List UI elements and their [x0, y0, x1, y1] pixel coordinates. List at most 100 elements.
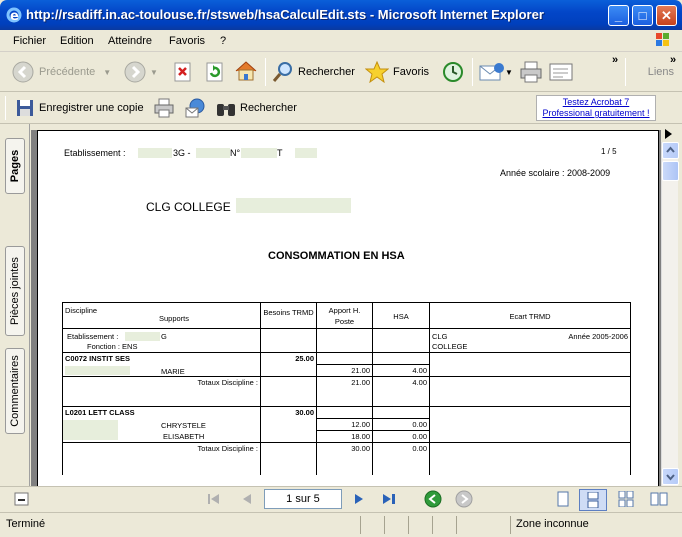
- stop-icon[interactable]: [173, 62, 193, 82]
- mail-dropdown-icon[interactable]: ▼: [505, 68, 513, 77]
- establishment-fragment-2: N°: [230, 148, 241, 158]
- first-page-icon[interactable]: [206, 491, 222, 507]
- table-row: CHRYSTELE 12.00 0.00: [62, 418, 631, 440]
- chevron-up-icon: [666, 146, 675, 153]
- page-number-field[interactable]: 1 sur 5: [264, 489, 342, 509]
- tab-pages[interactable]: Pages: [5, 138, 25, 194]
- page-navigation-bar: 1 sur 5: [0, 486, 682, 512]
- vertical-scrollbar[interactable]: [661, 142, 679, 486]
- document-viewer[interactable]: Etablissement : 3G - N° T 1 / 5 Année sc…: [31, 130, 661, 486]
- links-overflow-chevron[interactable]: »: [670, 54, 676, 66]
- last-page-icon[interactable]: [381, 491, 399, 507]
- forward-arrow-icon: [124, 61, 146, 83]
- continuous-facing-layout-icon[interactable]: [618, 491, 634, 507]
- scroll-thumb[interactable]: [662, 161, 679, 181]
- scroll-up-button[interactable]: [662, 142, 679, 159]
- edit-icon[interactable]: [549, 62, 575, 82]
- email-globe-icon[interactable]: [185, 98, 207, 118]
- acrobat-toolbar: Enregistrer une copie Rechercher Testez …: [0, 92, 682, 124]
- header-besoins: Besoins TRMD: [260, 302, 317, 329]
- navigation-pane: Pages Pièces jointes Commentaires: [0, 124, 30, 486]
- mail-icon: [479, 63, 504, 81]
- save-copy-button[interactable]: Enregistrer une copie: [16, 99, 144, 117]
- establishment-fragment-1: 3G -: [173, 148, 191, 158]
- previous-view-icon[interactable]: [424, 490, 442, 508]
- establishment-label: Etablissement :: [64, 148, 126, 158]
- table-row: Fonction : ENS COLLEGE: [62, 340, 631, 353]
- standard-toolbar: Précédente ▼ ▼ Rechercher Favoris ▼ » Li…: [0, 52, 682, 92]
- menu-help[interactable]: ?: [220, 35, 226, 47]
- acrobat-promo-link[interactable]: Testez Acrobat 7 Professional gratuiteme…: [536, 95, 656, 121]
- facing-layout-icon[interactable]: [650, 491, 668, 507]
- close-button[interactable]: ✕: [656, 5, 677, 26]
- options-menu-icon[interactable]: [14, 492, 30, 506]
- redacted-block: [63, 419, 118, 440]
- chevron-down-icon: [666, 474, 675, 481]
- window-title: http://rsadiff.in.ac-toulouse.fr/stsweb/…: [26, 7, 544, 22]
- single-page-layout-icon[interactable]: [555, 491, 571, 507]
- print-icon[interactable]: [519, 61, 543, 83]
- history-icon[interactable]: [442, 61, 464, 83]
- title-bar[interactable]: e http://rsadiff.in.ac-toulouse.fr/stswe…: [0, 0, 682, 30]
- redacted-block: [65, 365, 130, 375]
- windows-logo-icon: [656, 33, 669, 46]
- floppy-disk-icon: [17, 100, 33, 116]
- previous-page-icon[interactable]: [240, 491, 254, 507]
- star-icon: [365, 61, 389, 83]
- pdf-page: Etablissement : 3G - N° T 1 / 5 Année sc…: [37, 130, 659, 486]
- forward-dropdown-icon[interactable]: ▼: [150, 68, 158, 77]
- continuous-layout-button[interactable]: [579, 489, 607, 511]
- svg-text:e: e: [10, 9, 19, 23]
- back-button[interactable]: Précédente ▼: [12, 61, 111, 83]
- table-row: C0072 INSTIT SES 25.00: [62, 352, 631, 365]
- college-name: CLG COLLEGE: [146, 200, 231, 214]
- next-view-icon[interactable]: [455, 490, 473, 508]
- links-label[interactable]: Liens: [648, 66, 674, 78]
- acrobat-search-button[interactable]: Rechercher: [216, 99, 297, 117]
- minimize-button[interactable]: _: [608, 5, 629, 26]
- next-page-icon[interactable]: [352, 491, 366, 507]
- tab-attachments[interactable]: Pièces jointes: [5, 246, 25, 336]
- menu-fichier[interactable]: Fichier: [13, 35, 46, 47]
- redacted-block: [295, 148, 317, 158]
- acrobat-print-icon[interactable]: [154, 98, 174, 118]
- binoculars-icon: [217, 104, 235, 116]
- back-dropdown-icon[interactable]: ▼: [103, 68, 111, 77]
- menu-edition[interactable]: Edition: [60, 35, 94, 47]
- establishment-fragment-3: T: [277, 148, 283, 158]
- mail-button[interactable]: ▼: [479, 62, 513, 82]
- security-zone: Zone inconnue: [516, 518, 589, 530]
- toolbar-overflow-chevron[interactable]: »: [612, 54, 618, 66]
- table-row: [62, 454, 631, 475]
- favorites-button[interactable]: Favoris: [365, 61, 429, 83]
- table-header-row: Discipline Supports Besoins TRMD Apport …: [62, 302, 631, 329]
- header-ecart: Ecart TRMD: [429, 302, 631, 329]
- home-icon[interactable]: [234, 60, 258, 82]
- table-row: Totaux Discipline : 21.00 4.00: [62, 376, 631, 389]
- back-arrow-icon: [12, 61, 34, 83]
- search-button[interactable]: Rechercher: [272, 61, 355, 83]
- table-row: [62, 388, 631, 407]
- hsa-table: Discipline Supports Besoins TRMD Apport …: [62, 302, 631, 475]
- table-row: Etablissement : G CLG Année 2005-2006: [62, 328, 631, 341]
- redacted-block: [196, 148, 230, 158]
- menu-favoris[interactable]: Favoris: [169, 35, 205, 47]
- tab-comments[interactable]: Commentaires: [5, 348, 25, 434]
- header-hsa: HSA: [372, 302, 430, 329]
- header-apport: Apport H. Poste: [316, 302, 373, 329]
- status-bar: Terminé Zone inconnue: [0, 512, 682, 537]
- forward-button[interactable]: ▼: [124, 61, 158, 83]
- scroll-down-button[interactable]: [662, 468, 679, 485]
- school-year: Année scolaire : 2008-2009: [500, 168, 611, 178]
- redacted-block: [138, 148, 172, 158]
- pane-expand-arrow-icon[interactable]: [662, 128, 674, 140]
- menu-bar: Fichier Edition Atteindre Favoris ?: [0, 30, 682, 52]
- maximize-button[interactable]: □: [632, 5, 653, 26]
- header-discipline: Discipline: [65, 306, 98, 315]
- status-text: Terminé: [6, 518, 46, 530]
- menu-atteindre[interactable]: Atteindre: [108, 35, 152, 47]
- document-heading: CONSOMMATION EN HSA: [268, 250, 405, 262]
- ie-logo-icon: e: [6, 7, 22, 23]
- refresh-icon[interactable]: [205, 62, 225, 82]
- table-row: MARIE 21.00 4.00: [62, 364, 631, 377]
